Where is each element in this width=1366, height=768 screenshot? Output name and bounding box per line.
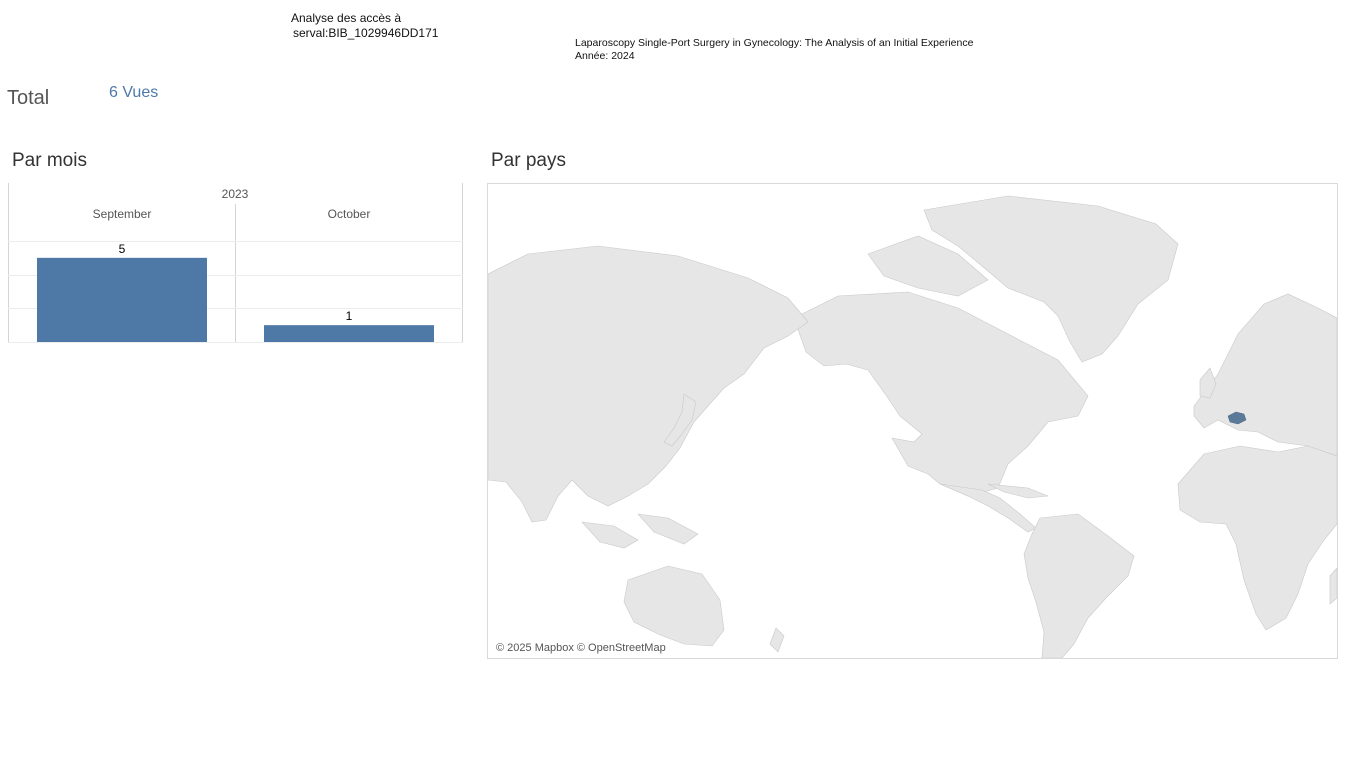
publication-title: Laparoscopy Single-Port Surgery in Gynec… (575, 37, 974, 49)
monthly-views-chart[interactable]: 2023 September October 5 1 (8, 183, 463, 343)
monthly-views-chart-svg: 2023 September October 5 1 (8, 183, 463, 343)
caribbean-shape (987, 483, 1049, 499)
indonesia-shape (581, 513, 699, 549)
australia-shape (623, 565, 725, 647)
total-views-value[interactable]: 6 Vues (109, 84, 158, 102)
publication-info: Laparoscopy Single-Port Surgery in Gynec… (575, 37, 973, 63)
section-title-by-country: Par pays (491, 150, 566, 171)
map-land (488, 195, 1337, 658)
bar-september[interactable] (37, 257, 207, 342)
analysis-title: Analyse des accès à (291, 11, 402, 25)
analysis-header: Analyse des accès à serval:BIB_1029946DD… (291, 11, 438, 41)
new-zealand-shape (769, 627, 785, 653)
map-attribution: © 2025 Mapbox © OpenStreetMap (496, 642, 666, 654)
bar-october[interactable] (264, 325, 434, 342)
world-map (488, 195, 1337, 658)
country-views-map[interactable]: © 2025 Mapbox © OpenStreetMap (487, 183, 1338, 659)
asia-shape (488, 245, 809, 523)
bar-value-label-september: 5 (119, 242, 126, 256)
europe-shape (1193, 293, 1337, 457)
south-america-shape (1023, 513, 1135, 658)
north-america-shape (793, 291, 1089, 497)
bar-value-label-october: 1 (346, 309, 353, 323)
publication-year: Année: 2024 (575, 50, 635, 62)
total-label: Total (7, 87, 50, 109)
analysis-identifier: serval:BIB_1029946DD171 (293, 26, 439, 40)
chart-year-label: 2023 (222, 187, 249, 201)
chart-category-label-october: October (328, 207, 371, 221)
chart-category-label-september: September (93, 207, 152, 221)
africa-shape (1177, 445, 1337, 631)
section-title-by-month: Par mois (12, 150, 87, 171)
madagascar-shape (1329, 567, 1337, 605)
